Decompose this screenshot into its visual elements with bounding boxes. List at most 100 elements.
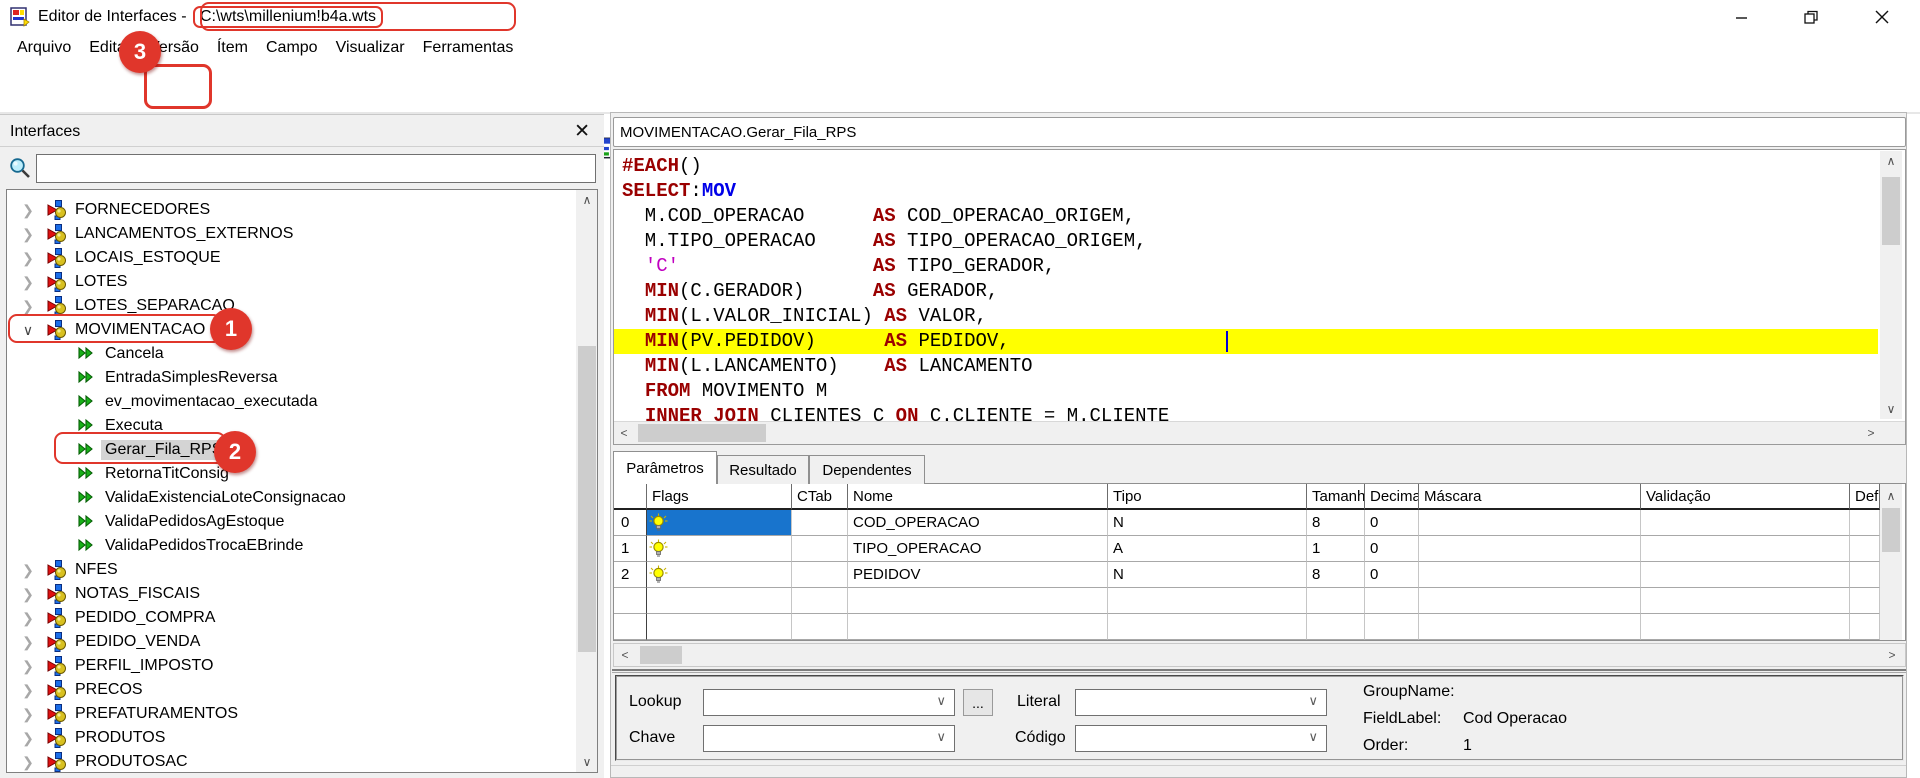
code-vscrollbar-thumb[interactable]: [1882, 177, 1900, 245]
tree-item-lotes[interactable]: ❯LOTES: [7, 270, 573, 294]
cell-validacao[interactable]: [1641, 536, 1850, 562]
code-vscrollbar[interactable]: ∧ ∨: [1880, 151, 1902, 419]
cell-decimais[interactable]: [1365, 614, 1419, 640]
tree-item-precos[interactable]: ❯PRECOS: [7, 678, 573, 702]
menu-item[interactable]: Ítem: [208, 36, 257, 60]
tree-item-executa[interactable]: Executa: [7, 414, 573, 438]
cell-decimais[interactable]: 0: [1365, 510, 1419, 536]
tree-item-lancamentos_externos[interactable]: ❯LANCAMENTOS_EXTERNOS: [7, 222, 573, 246]
panel-close-icon[interactable]: ✕: [574, 120, 590, 143]
cell-nome[interactable]: COD_OPERACAO: [848, 510, 1108, 536]
tree-item-lotes_separacao[interactable]: ❯LOTES_SEPARACAO: [7, 294, 573, 318]
scroll-down-icon[interactable]: ∨: [1880, 401, 1902, 417]
column-header-Validação[interactable]: Validação: [1641, 484, 1850, 510]
menu-ferramentas[interactable]: Ferramentas: [414, 36, 523, 60]
chevron-collapsed-icon[interactable]: ❯: [19, 250, 37, 267]
chevron-collapsed-icon[interactable]: ❯: [19, 226, 37, 243]
chevron-collapsed-icon[interactable]: ❯: [19, 274, 37, 291]
chevron-collapsed-icon[interactable]: ❯: [19, 706, 37, 723]
tree-item-nfes[interactable]: ❯NFES: [7, 558, 573, 582]
cell-tamanho[interactable]: 8: [1307, 562, 1365, 588]
column-header-Máscara[interactable]: Máscara: [1419, 484, 1641, 510]
tree-item-gerar_fila_rps[interactable]: Gerar_Fila_RPS: [7, 438, 573, 462]
code-line[interactable]: MIN(L.LANCAMENTO) AS LANCAMENTO: [614, 354, 1878, 379]
column-header-Nome[interactable]: Nome: [848, 484, 1108, 510]
scroll-up-icon[interactable]: ∧: [1880, 488, 1902, 504]
cell-flags[interactable]: [647, 614, 792, 640]
tree-item-retornatitconsig[interactable]: RetornaTitConsig: [7, 462, 573, 486]
code-hscrollbar[interactable]: < >: [614, 421, 1905, 444]
code-line-highlighted[interactable]: MIN(PV.PEDIDOV) AS PEDIDOV,: [614, 329, 1878, 354]
grid-hscrollbar[interactable]: < >: [613, 643, 1906, 667]
cell-flags[interactable]: [647, 536, 792, 562]
cell-tamanho[interactable]: 1: [1307, 536, 1365, 562]
chevron-collapsed-icon[interactable]: ❯: [19, 202, 37, 219]
grid-vscrollbar-thumb[interactable]: [1882, 508, 1900, 552]
tree-scrollbar-thumb[interactable]: [578, 346, 596, 652]
cell-mascara[interactable]: [1419, 536, 1641, 562]
cell-def[interactable]: [1850, 536, 1880, 562]
cell-def[interactable]: [1850, 588, 1880, 614]
column-header-Tamanh[interactable]: Tamanh: [1307, 484, 1365, 510]
cell-def[interactable]: [1850, 614, 1880, 640]
cell-tamanho[interactable]: 8: [1307, 510, 1365, 536]
cell-nome[interactable]: TIPO_OPERACAO: [848, 536, 1108, 562]
tree-item-validapedidostrocaebrinde[interactable]: ValidaPedidosTrocaEBrinde: [7, 534, 573, 558]
column-header-rownum[interactable]: [614, 484, 647, 510]
chevron-expanded-icon[interactable]: ∨: [19, 322, 37, 339]
cell-def[interactable]: [1850, 510, 1880, 536]
cell-flags[interactable]: [647, 510, 792, 536]
cell-nome[interactable]: PEDIDOV: [848, 562, 1108, 588]
scroll-left-icon[interactable]: <: [617, 647, 633, 663]
menu-visualizar[interactable]: Visualizar: [327, 36, 414, 60]
cell-idx[interactable]: 2: [614, 562, 647, 588]
minimize-button[interactable]: [1718, 0, 1764, 34]
tree-item-produtosac[interactable]: ❯PRODUTOSAC: [7, 750, 573, 773]
chave-combobox[interactable]: ∨: [703, 725, 955, 752]
scroll-right-icon[interactable]: >: [1863, 425, 1879, 441]
restore-button[interactable]: [1788, 0, 1834, 34]
tab-dependentes[interactable]: Dependentes: [809, 455, 925, 484]
splitter-bar[interactable]: [612, 669, 1906, 673]
cell-tamanho[interactable]: [1307, 588, 1365, 614]
column-header-Decima[interactable]: Decima: [1365, 484, 1419, 510]
cell-mascara[interactable]: [1419, 614, 1641, 640]
tree-item-perfil_imposto[interactable]: ❯PERFIL_IMPOSTO: [7, 654, 573, 678]
menu-versao[interactable]: Versão: [140, 36, 208, 60]
cell-tipo[interactable]: A: [1108, 536, 1307, 562]
cell-tipo[interactable]: N: [1108, 510, 1307, 536]
code-line[interactable]: FROM MOVIMENTO M: [614, 379, 1878, 404]
cell-flags[interactable]: [647, 562, 792, 588]
lookup-combobox[interactable]: ∨: [703, 689, 955, 716]
menu-editar[interactable]: Editar: [80, 36, 140, 60]
tree-item-ev_movimentacao_executada[interactable]: ev_movimentacao_executada: [7, 390, 573, 414]
grid-hscrollbar-thumb[interactable]: [640, 646, 682, 664]
cell-idx[interactable]: [614, 588, 647, 614]
cell-mascara[interactable]: [1419, 562, 1641, 588]
code-line[interactable]: M.TIPO_OPERACAO AS TIPO_OPERACAO_ORIGEM,: [614, 229, 1878, 254]
scroll-down-icon[interactable]: ∨: [576, 754, 598, 770]
cell-ctab[interactable]: [792, 614, 848, 640]
code-hscrollbar-thumb[interactable]: [638, 424, 766, 442]
chevron-collapsed-icon[interactable]: ❯: [19, 562, 37, 579]
cell-tipo[interactable]: N: [1108, 562, 1307, 588]
cell-tamanho[interactable]: [1307, 614, 1365, 640]
code-line[interactable]: 'C' AS TIPO_GERADOR,: [614, 254, 1878, 279]
tree-item-cancela[interactable]: Cancela: [7, 342, 573, 366]
menu-campo[interactable]: Campo: [257, 36, 327, 60]
chevron-collapsed-icon[interactable]: ❯: [19, 730, 37, 747]
column-header-Tipo[interactable]: Tipo: [1108, 484, 1307, 510]
tree-item-prefaturamentos[interactable]: ❯PREFATURAMENTOS: [7, 702, 573, 726]
close-icon[interactable]: [1859, 0, 1905, 34]
literal-combobox[interactable]: ∨: [1075, 689, 1327, 716]
tree-item-pedido_compra[interactable]: ❯PEDIDO_COMPRA: [7, 606, 573, 630]
tree-scrollbar[interactable]: ∧ ∨: [576, 190, 598, 772]
search-input[interactable]: [36, 154, 596, 183]
chevron-collapsed-icon[interactable]: ❯: [19, 586, 37, 603]
cell-validacao[interactable]: [1641, 614, 1850, 640]
codigo-combobox[interactable]: ∨: [1075, 725, 1327, 752]
tree-item-fornecedores[interactable]: ❯FORNECEDORES: [7, 198, 573, 222]
code-line[interactable]: #EACH(): [614, 154, 1878, 179]
code-line[interactable]: SELECT:MOV: [614, 179, 1878, 204]
cell-mascara[interactable]: [1419, 588, 1641, 614]
